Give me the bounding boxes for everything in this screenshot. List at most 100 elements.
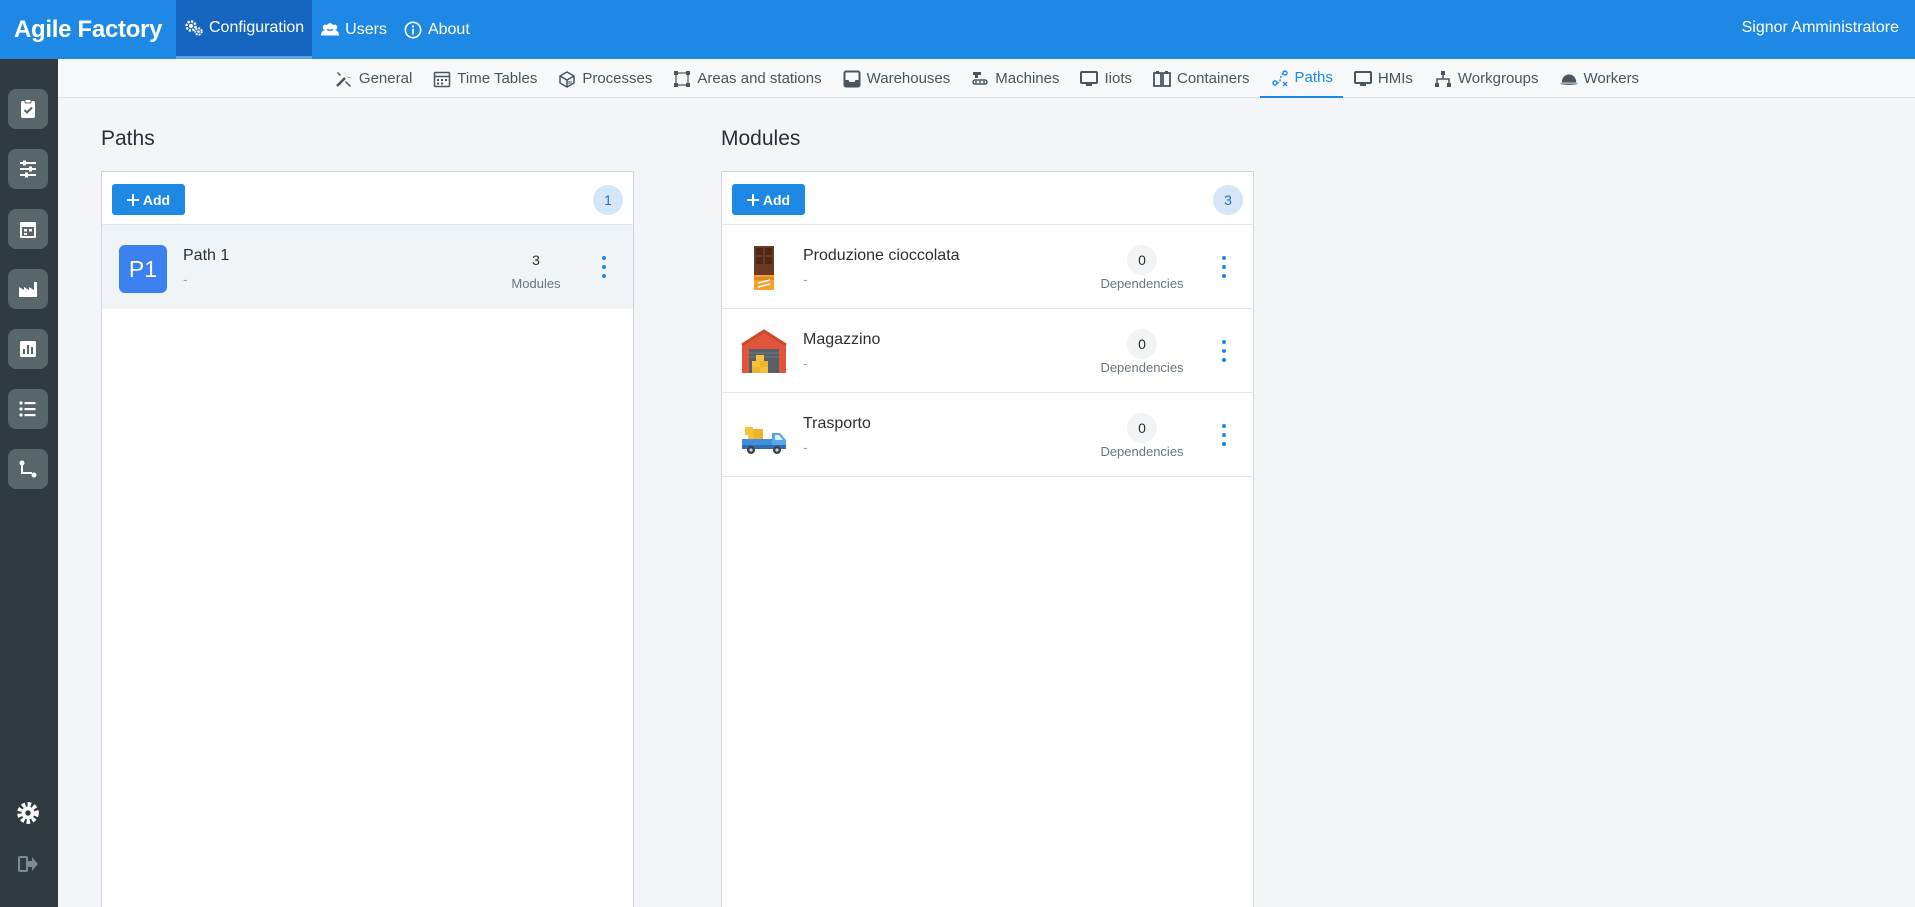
- module-name: Produzione cioccolata: [803, 247, 960, 264]
- tab-processes-label: Processes: [582, 70, 653, 87]
- truck-icon: [742, 427, 786, 454]
- top-nav: Configuration Users About: [176, 0, 478, 59]
- tab-processes[interactable]: Processes: [547, 59, 662, 98]
- module-row[interactable]: Trasporto - 0 Dependencies: [722, 393, 1253, 477]
- tab-workgroups[interactable]: Workgroups: [1423, 59, 1549, 98]
- path-modules-count: 3: [521, 245, 551, 275]
- module-dependencies-stat: 0 Dependencies: [1097, 413, 1187, 459]
- module-subtitle: -: [803, 271, 808, 287]
- tab-warehouses[interactable]: Warehouses: [832, 59, 961, 98]
- tab-workers-label: Workers: [1583, 70, 1640, 87]
- sidebar-list-button[interactable]: [8, 389, 48, 429]
- sidebar-stats-button[interactable]: [8, 329, 48, 369]
- module-name: Magazzino: [803, 331, 881, 348]
- path-modules-stat: 3 Modules: [491, 245, 581, 291]
- module-dependencies-stat: 0 Dependencies: [1097, 329, 1187, 375]
- tab-time-tables[interactable]: Time Tables: [422, 59, 547, 98]
- warehouse-icon: [843, 70, 861, 87]
- path-avatar: P1: [119, 245, 167, 293]
- path-modules-label: Modules: [511, 276, 561, 291]
- tab-workers[interactable]: Workers: [1549, 59, 1650, 98]
- calendar-icon: [434, 71, 451, 87]
- add-path-label: Add: [142, 191, 171, 208]
- modules-count-badge: 3: [1213, 185, 1243, 215]
- modules-panel-header: Add 3: [722, 172, 1253, 225]
- list-icon: [19, 401, 36, 417]
- path-more-menu-button[interactable]: [599, 256, 609, 278]
- bar-chart-icon: [20, 341, 36, 357]
- processes-icon: [559, 70, 576, 88]
- sidebar-planning-button[interactable]: [8, 149, 48, 189]
- module-more-menu-button[interactable]: [1219, 256, 1229, 278]
- tab-hmis-label: HMIs: [1377, 70, 1413, 87]
- gears-icon: [185, 20, 203, 36]
- module-subtitle: -: [803, 355, 808, 371]
- helmet-icon: [1559, 73, 1578, 85]
- paths-title: Paths: [101, 127, 155, 150]
- paths-icon: [1271, 69, 1288, 86]
- nav-users-label: Users: [345, 20, 387, 38]
- tab-general-label: General: [358, 70, 413, 87]
- add-module-label: Add: [762, 191, 791, 208]
- tab-containers[interactable]: Containers: [1142, 59, 1260, 98]
- module-more-menu-button[interactable]: [1219, 340, 1229, 362]
- module-dependencies-label: Dependencies: [1100, 276, 1184, 291]
- paths-panel-header: Add 1: [102, 172, 633, 225]
- containers-icon: [1153, 70, 1171, 87]
- clipboard-check-icon: [21, 99, 35, 118]
- workgroups-icon: [1434, 70, 1451, 87]
- calendar-icon: [20, 222, 36, 238]
- module-dependencies-count: 0: [1127, 245, 1157, 275]
- users-icon: [321, 22, 340, 35]
- config-tabs: General Time Tables Processes Areas and …: [58, 59, 1915, 98]
- tab-paths[interactable]: Paths: [1259, 59, 1343, 98]
- path-subtitle: -: [183, 271, 188, 287]
- module-more-menu-button[interactable]: [1219, 424, 1229, 446]
- sidebar-tasks-button[interactable]: [8, 89, 48, 129]
- sidebar-calendar-button[interactable]: [8, 209, 48, 249]
- module-row[interactable]: Magazzino - 0 Dependencies: [722, 309, 1253, 393]
- tab-warehouses-label: Warehouses: [866, 70, 951, 87]
- info-icon: [404, 21, 422, 38]
- tab-workgroups-label: Workgroups: [1457, 70, 1539, 87]
- top-bar: Agile Factory Configuration Users About …: [0, 0, 1915, 59]
- nav-about-label: About: [427, 20, 470, 38]
- app-title[interactable]: Agile Factory: [0, 16, 176, 44]
- area-icon: [674, 70, 691, 87]
- module-name: Trasporto: [803, 415, 871, 432]
- add-path-button[interactable]: Add: [112, 184, 185, 215]
- machine-icon: [972, 71, 989, 85]
- module-dependencies-label: Dependencies: [1100, 360, 1184, 375]
- monitor-icon: [1080, 70, 1099, 86]
- left-sidebar: [0, 59, 58, 907]
- module-dependencies-label: Dependencies: [1100, 444, 1184, 459]
- path-name: Path 1: [183, 247, 230, 264]
- sidebar-paths-button[interactable]: [8, 449, 48, 489]
- modules-title: Modules: [721, 127, 801, 150]
- module-dependencies-count: 0: [1127, 329, 1157, 359]
- tab-hmis[interactable]: HMIs: [1343, 59, 1423, 98]
- tab-areas-and-stations[interactable]: Areas and stations: [662, 59, 831, 98]
- plus-icon: [126, 193, 139, 206]
- sidebar-settings-button[interactable]: [14, 799, 42, 827]
- module-dependencies-count: 0: [1127, 413, 1157, 443]
- factory-icon: [19, 282, 37, 297]
- tools-icon: [336, 71, 351, 87]
- tab-machines[interactable]: Machines: [960, 59, 1069, 98]
- nav-about[interactable]: About: [395, 0, 478, 59]
- sidebar-logout-button[interactable]: [14, 850, 42, 878]
- module-row[interactable]: Produzione cioccolata - 0 Dependencies: [722, 225, 1253, 309]
- flow-path-icon: [19, 460, 37, 478]
- nav-configuration[interactable]: Configuration: [176, 0, 313, 59]
- nav-users[interactable]: Users: [312, 0, 395, 59]
- logout-icon: [18, 856, 38, 872]
- tab-iiots-label: Iiots: [1104, 70, 1132, 87]
- sidebar-factory-button[interactable]: [8, 269, 48, 309]
- user-name[interactable]: Signor Amministratore: [1742, 19, 1899, 37]
- tab-containers-label: Containers: [1177, 70, 1250, 87]
- module-subtitle: -: [803, 439, 808, 455]
- tab-iiots[interactable]: Iiots: [1069, 59, 1142, 98]
- path-row[interactable]: P1 Path 1 - 3 Modules: [102, 225, 633, 309]
- tab-general[interactable]: General: [324, 59, 422, 98]
- add-module-button[interactable]: Add: [732, 184, 805, 215]
